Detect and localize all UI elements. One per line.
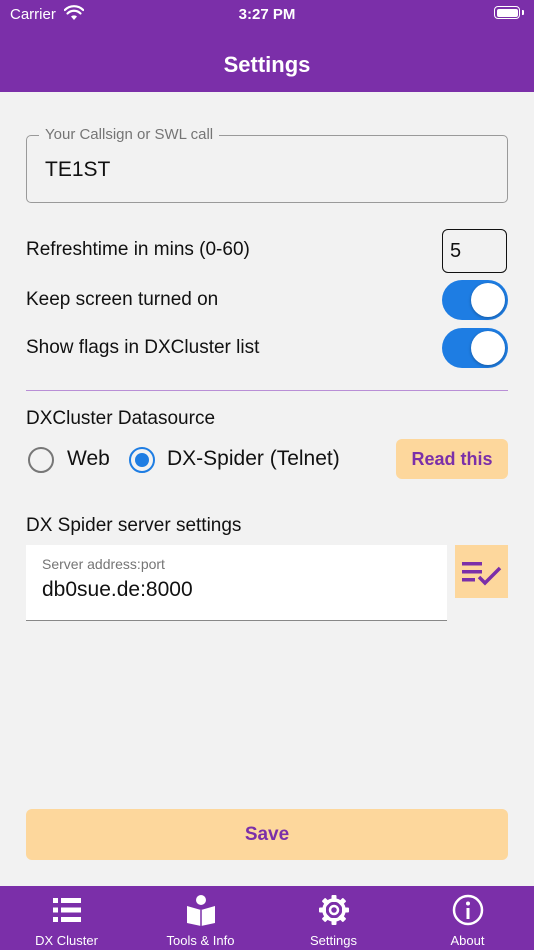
status-bar: Carrier 3:27 PM [0, 0, 534, 30]
tab-label: Settings [310, 933, 357, 948]
battery-icon [494, 6, 524, 19]
app-header: Carrier 3:27 PM Settings [0, 0, 534, 92]
datasource-label: DXCluster Datasource [26, 408, 216, 429]
section-divider [26, 390, 508, 391]
toggle-knob [471, 283, 505, 317]
radio-web-label[interactable]: Web [67, 447, 110, 471]
toggle-knob [471, 331, 505, 365]
server-address-value[interactable]: db0sue.de:8000 [42, 578, 193, 602]
tab-tools-info[interactable]: Tools & Info [134, 886, 267, 950]
server-address-field[interactable]: Server address:port db0sue.de:8000 [26, 545, 447, 621]
callsign-value[interactable]: TE1ST [45, 158, 110, 182]
tab-label: DX Cluster [35, 933, 98, 948]
book-reader-icon [186, 895, 215, 926]
refresh-label: Refreshtime in mins (0-60) [26, 239, 250, 260]
info-circle-icon [452, 894, 483, 926]
tab-bar: DX Cluster Tools & Info Settings About [0, 886, 534, 950]
list-icon [52, 898, 81, 922]
keep-screen-on-label: Keep screen turned on [26, 289, 219, 310]
gear-icon [318, 895, 349, 925]
save-button[interactable]: Save [26, 809, 508, 860]
page-title: Settings [223, 52, 311, 77]
status-time: 3:27 PM [238, 6, 296, 23]
tab-label: Tools & Info [166, 933, 235, 948]
server-address-label: Server address:port [42, 556, 165, 572]
playlist-check-icon [462, 562, 502, 586]
radio-web[interactable] [28, 447, 54, 473]
dx-spider-section-label: DX Spider server settings [26, 515, 242, 536]
keep-screen-on-toggle[interactable] [442, 280, 508, 320]
callsign-label: Your Callsign or SWL call [39, 126, 220, 143]
tab-dx-cluster[interactable]: DX Cluster [0, 886, 133, 950]
tab-settings[interactable]: Settings [267, 886, 400, 950]
callsign-field[interactable]: Your Callsign or SWL call TE1ST [26, 126, 508, 203]
tab-label: About [450, 933, 485, 948]
radio-dx-spider-label[interactable]: DX-Spider (Telnet) [167, 447, 340, 471]
refresh-time-input[interactable]: 5 [442, 229, 507, 273]
radio-dx-spider[interactable] [129, 447, 155, 473]
show-flags-toggle[interactable] [442, 328, 508, 368]
server-list-button[interactable] [455, 545, 508, 598]
show-flags-label: Show flags in DXCluster list [26, 337, 260, 358]
tab-about[interactable]: About [401, 886, 534, 950]
read-this-button[interactable]: Read this [396, 439, 508, 479]
